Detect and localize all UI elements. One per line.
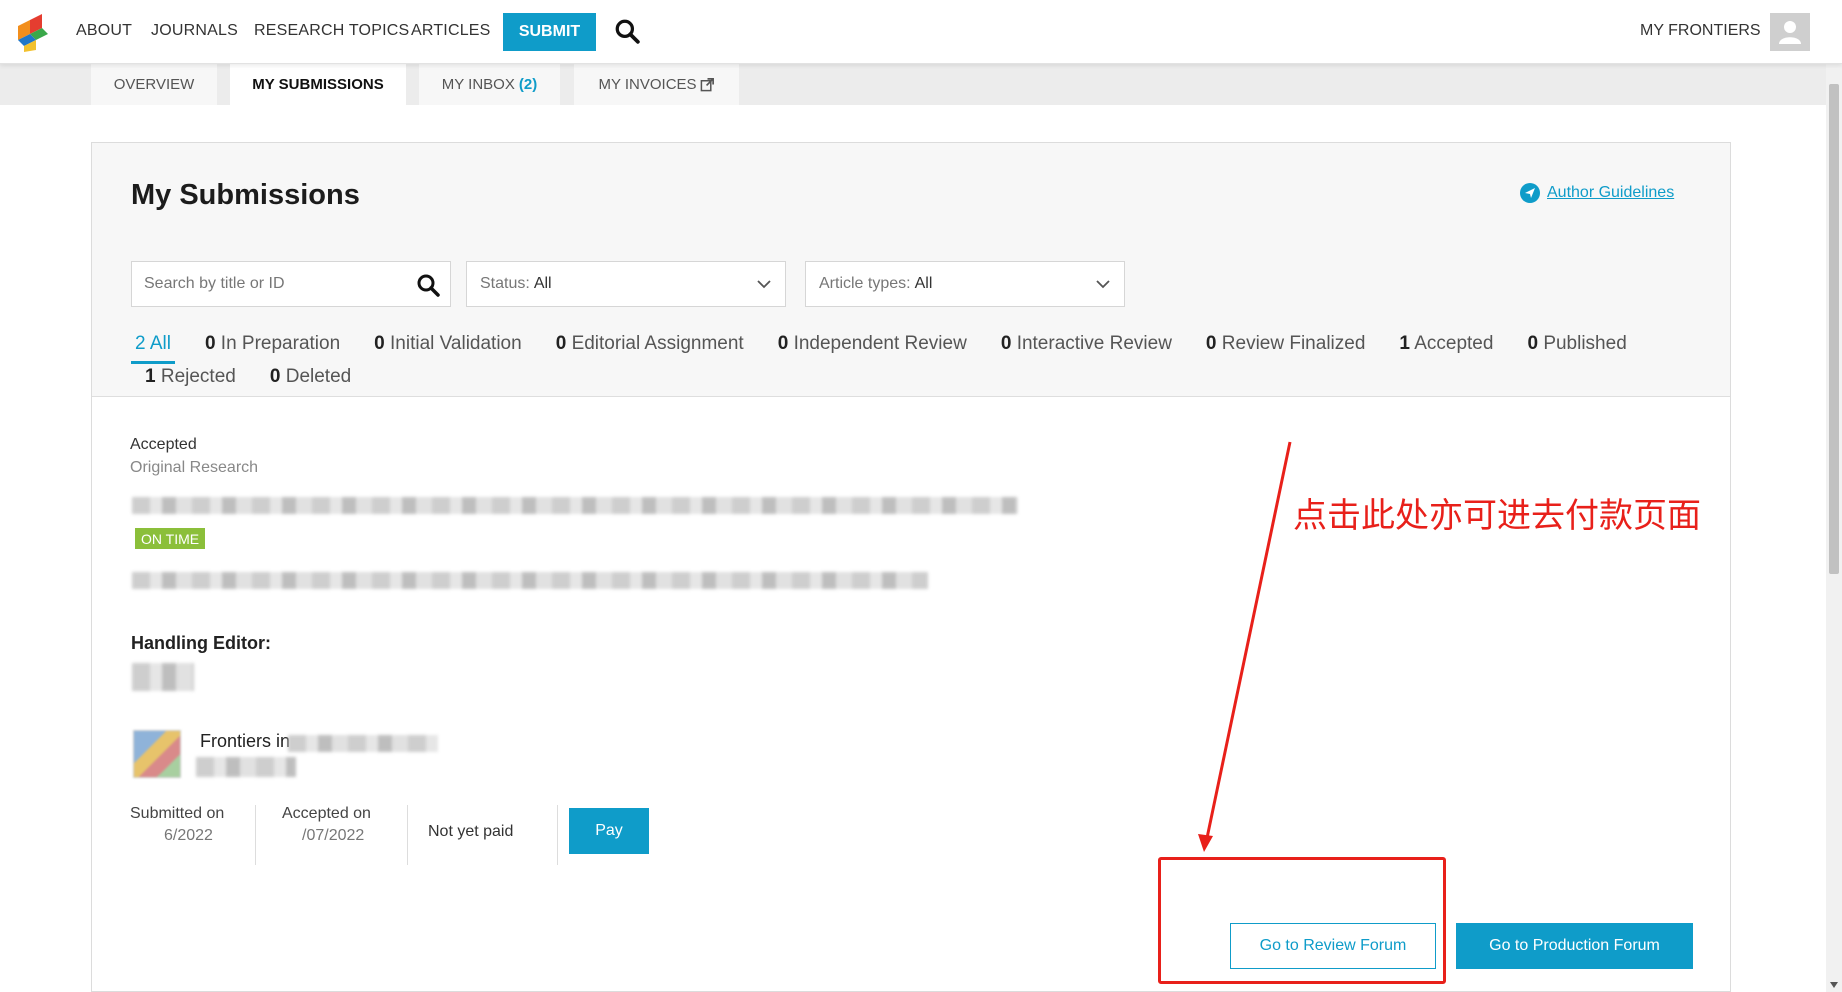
filter-label: Deleted: [285, 366, 352, 387]
author-guidelines-link[interactable]: Author Guidelines: [1520, 183, 1674, 203]
nav-about[interactable]: ABOUT: [76, 22, 132, 40]
redacted-journal-subtitle: [196, 757, 296, 777]
filter-independent-review[interactable]: 0 Independent Review: [774, 333, 971, 364]
status-filter-row: 2 All 0 In Preparation 0 Initial Validat…: [131, 333, 1657, 364]
submit-button[interactable]: SUBMIT: [503, 13, 596, 51]
redacted-editor-name: [132, 663, 194, 691]
user-icon: [1779, 21, 1801, 44]
filter-editorial-assignment[interactable]: 0 Editorial Assignment: [552, 333, 748, 364]
tab-my-inbox[interactable]: MY INBOX (2): [419, 64, 560, 105]
chevron-down-icon: [1096, 280, 1110, 289]
annotation-text: 点击此处亦可进去付款页面: [1293, 496, 1701, 536]
filter-count: 0: [555, 333, 567, 354]
redacted-journal-name: [288, 735, 438, 752]
filter-count: 0: [1527, 333, 1539, 354]
tab-label: OVERVIEW: [113, 76, 195, 93]
page-title: My Submissions: [131, 179, 360, 211]
status-select-label: Status:: [480, 275, 530, 292]
submission-status: Accepted: [130, 436, 197, 453]
tab-label: MY SUBMISSIONS: [252, 76, 384, 93]
status-select[interactable]: Status: All: [466, 261, 786, 307]
submissions-header: My Submissions Author Guidelines Status:…: [92, 143, 1730, 397]
filter-interactive-review[interactable]: 0 Interactive Review: [997, 333, 1176, 364]
filter-published[interactable]: 0 Published: [1523, 333, 1630, 364]
filter-in-preparation[interactable]: 0 In Preparation: [201, 333, 344, 364]
filter-accepted[interactable]: 1 Accepted: [1395, 333, 1497, 364]
account-tabs: OVERVIEW MY SUBMISSIONS MY INBOX (2) MY I…: [0, 64, 1826, 105]
article-types-select-value: All: [914, 275, 933, 292]
filter-count: 0: [777, 333, 789, 354]
filter-count: 0: [1000, 333, 1012, 354]
article-type: Original Research: [130, 459, 259, 476]
search-input[interactable]: [144, 275, 414, 293]
author-guidelines-label: Author Guidelines: [1547, 184, 1675, 201]
tab-label: MY INBOX: [441, 76, 515, 93]
nav-articles[interactable]: ARTICLES: [411, 22, 491, 40]
avatar[interactable]: [1770, 13, 1810, 51]
journal-thumbnail: [133, 730, 181, 778]
external-link-icon: [700, 78, 714, 92]
scroll-down-arrow-icon[interactable]: [1830, 982, 1838, 988]
article-types-select[interactable]: Article types: All: [805, 261, 1125, 307]
tab-my-submissions[interactable]: MY SUBMISSIONS: [230, 64, 406, 105]
filter-initial-validation[interactable]: 0 Initial Validation: [370, 333, 526, 364]
filter-label: All: [149, 333, 171, 354]
filter-label: Review Finalized: [1221, 333, 1366, 354]
page-scrollbar[interactable]: [1826, 64, 1842, 992]
redacted-authors: [132, 572, 928, 589]
status-filter-row-2: 1 Rejected 0 Deleted: [141, 366, 381, 394]
filter-label: Independent Review: [793, 333, 967, 354]
submitted-on-label: Submitted on: [130, 805, 225, 822]
pay-button[interactable]: Pay: [569, 808, 649, 854]
accepted-on-value: /07/2022: [302, 827, 365, 844]
tab-overview[interactable]: OVERVIEW: [91, 64, 217, 105]
inbox-count-badge: (2): [518, 76, 538, 93]
filter-count: 0: [269, 366, 281, 387]
filter-count: 1: [145, 366, 156, 387]
payment-status: Not yet paid: [428, 823, 514, 840]
article-types-select-label: Article types:: [819, 275, 911, 292]
search-icon[interactable]: [416, 273, 440, 297]
filter-count: 0: [1205, 333, 1217, 354]
my-frontiers-link[interactable]: MY FRONTIERS: [1640, 22, 1761, 40]
filter-rejected[interactable]: 1 Rejected: [141, 366, 240, 394]
filter-count: 0: [374, 333, 385, 354]
navigation-arrow-icon: [1520, 183, 1540, 203]
production-forum-button[interactable]: Go to Production Forum: [1456, 923, 1693, 969]
journal-name: Frontiers in: [200, 731, 291, 751]
nav-research-topics[interactable]: RESEARCH TOPICS: [254, 22, 409, 40]
scrollbar-thumb[interactable]: [1829, 84, 1839, 574]
filter-count: 1: [1399, 333, 1410, 354]
submitted-on-column: Submitted on 6/2022: [130, 805, 256, 865]
frontiers-logo[interactable]: [14, 12, 50, 52]
submissions-card: My Submissions Author Guidelines Status:…: [91, 142, 1731, 992]
handling-editor-label: Handling Editor:: [131, 633, 271, 653]
filter-label: Editorial Assignment: [571, 333, 744, 354]
filter-label: Published: [1543, 333, 1627, 354]
accepted-on-label: Accepted on: [282, 805, 371, 822]
filter-label: Interactive Review: [1016, 333, 1172, 354]
on-time-badge: ON TIME: [135, 528, 206, 549]
top-navigation: ABOUT JOURNALS RESEARCH TOPICS ARTICLES …: [0, 0, 1842, 64]
filter-label: In Preparation: [220, 333, 341, 354]
filter-count: 2: [135, 333, 146, 354]
search-icon[interactable]: [614, 18, 640, 44]
status-select-value: All: [533, 275, 552, 292]
filter-all[interactable]: 2 All: [131, 333, 175, 364]
filter-review-finalized[interactable]: 0 Review Finalized: [1202, 333, 1369, 364]
tab-my-invoices[interactable]: MY INVOICES: [574, 64, 739, 105]
accepted-on-column: Accepted on /07/2022: [282, 805, 408, 865]
filter-count: 0: [204, 333, 216, 354]
filter-label: Accepted: [1414, 333, 1494, 354]
tab-label: MY INVOICES: [598, 76, 697, 93]
annotation-highlight-box: [1158, 857, 1446, 984]
filter-deleted[interactable]: 0 Deleted: [266, 366, 355, 394]
filter-label: Initial Validation: [390, 333, 522, 354]
redacted-title: [132, 497, 1018, 514]
submitted-on-value: 6/2022: [164, 827, 213, 844]
nav-journals[interactable]: JOURNALS: [151, 22, 238, 40]
filter-label: Rejected: [160, 366, 236, 387]
chevron-down-icon: [757, 280, 771, 289]
search-field: [131, 261, 451, 307]
